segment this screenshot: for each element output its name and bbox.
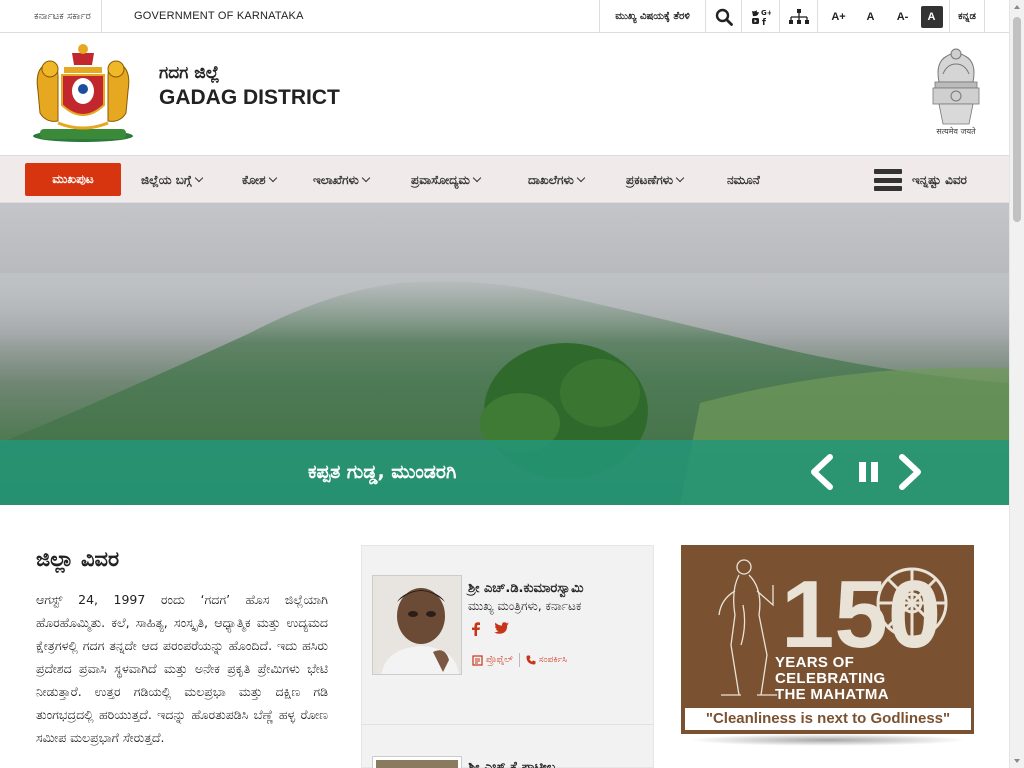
vertical-scrollbar[interactable] [1009,0,1024,768]
nav-label: ದಾಖಲೆಗಳು [528,173,574,187]
more-menu-label: ಇನ್ನಷ್ಟು ವಿವರ [912,172,967,187]
font-increase-button[interactable]: A+ [825,5,853,29]
banner-shadow [687,734,967,746]
chevron-left-icon [811,454,833,490]
social-icons-icon: G+ f [751,9,771,27]
minister-actions: ಪ್ರೊಫೈಲ್ ಸಂಪರ್ಕಿಸಿ [472,653,567,667]
panel-divider [362,724,653,725]
utility-bar: ಕರ್ನಾಟಕ ಸರ್ಕಾರ GOVERNMENT OF KARNATAKA ಮ… [0,0,1009,33]
slider-next-button[interactable] [894,448,928,496]
nav-label: ನಮೂನೆ [727,173,760,187]
utility-tools: ಮುಖ್ಯ ವಿಷಯಕ್ಕೆ ತೆರಳಿ G+ f A+ A A- A ಕನ್ನ… [599,0,985,33]
banner-quote: "Cleanliness is next to Godliness" [685,708,971,730]
about-district-heading: ಜಿಲ್ಲಾ ವಿವರ [36,547,120,571]
minister-role: ಮುಖ್ಯ ಮಂತ್ರಿಗಳು, ಕರ್ನಾಟಕ [468,599,582,613]
minister-name: ಶ್ರೀ ಎಚ್.ಕೆ.ಪಾಟೀಲ [468,760,556,768]
font-normal-button[interactable]: A [857,5,885,29]
search-button[interactable] [705,0,741,33]
chevron-down-icon [675,173,685,183]
minister-photo [372,756,462,768]
chevron-right-icon [899,454,921,490]
gov-karnataka-kannada-link[interactable]: ಕರ್ನಾಟಕ ಸರ್ಕಾರ [24,0,102,33]
gov-karnataka-english-link[interactable]: GOVERNMENT OF KARNATAKA [124,0,314,33]
nav-label: ಪ್ರವಾಸೋದ್ಯಮ [411,173,470,187]
sitemap-button[interactable] [779,0,817,33]
nav-item-departments[interactable]: ಇಲಾಖೆಗಳು [313,156,371,204]
slide-caption: ಕಪ್ಪತ ಗುಡ್ಡ, ಮುಂಡರಗಿ [308,461,457,483]
national-emblem-icon [932,48,980,125]
font-decrease-button[interactable]: A- [889,5,917,29]
hamburger-icon [874,169,902,191]
nav-label: ಇಲಾಖೆಗಳು [313,173,359,187]
nav-item-forms[interactable]: ನಮೂನೆ [727,156,760,204]
banner-line: YEARS OF [775,654,855,671]
contact-link[interactable]: ಸಂಪರ್ಕಿಸಿ [539,655,567,665]
home-button[interactable]: ಮುಖಪುಟ [25,163,121,196]
nav-label: ಪ್ರಕಟಣೆಗಳು [626,173,674,187]
profile-icon [472,654,483,666]
banner-years-text: YEARS OF CELEBRATING THE MAHATMA [775,655,965,703]
minister-name: ಶ್ರೀ ಎಚ್.ಡಿ.ಕುಮಾರಸ್ವಾಮಿ [468,581,584,596]
svg-text:f: f [762,18,766,27]
scrollbar-thumb[interactable] [1013,17,1021,222]
site-title-kannada: ಗದಗ ಜಿಲ್ಲೆ [159,63,220,83]
chevron-down-icon [472,173,482,183]
minister-photo [372,575,462,675]
banner-number: 150 [781,561,941,668]
font-size-controls: A+ A A- A [817,0,949,33]
chevron-down-icon [268,173,277,183]
main-navigation: ಮುಖಪುಟ ಜಿಲ್ಲೆಯ ಬಗ್ಗೆ ಕೋಶ ಇಲಾಖೆಗಳು ಪ್ರವಾಸ… [0,155,1009,203]
chevron-down-icon [361,173,371,183]
facebook-icon[interactable] [470,622,482,636]
twitter-icon[interactable] [494,622,509,635]
nav-label: ಕೋಶ [242,173,266,187]
minister-social-links [470,622,509,636]
site-header: ಗದಗ ಜಿಲ್ಲೆ GADAG DISTRICT सत्यमेव जयते [0,33,1009,155]
profile-link[interactable]: ಪ್ರೊಫೈಲ್ [486,655,513,665]
ministers-panel: ಶ್ರೀ ಎಚ್.ಡಿ.ಕುಮಾರಸ್ವಾಮಿ ಮುಖ್ಯ ಮಂತ್ರಿಗಳು,… [361,545,654,768]
nav-label: ಜಿಲ್ಲೆಯ ಬಗ್ಗೆ [141,173,192,187]
gandhi-150-banner[interactable]: 150 [681,545,974,734]
satyameva-jayate-text: सत्यमेव जयते [936,127,976,136]
social-media-button[interactable]: G+ f [741,0,779,33]
nav-item-tourism[interactable]: ಪ್ರವಾಸೋದ್ಯಮ [411,156,482,204]
high-contrast-button[interactable]: A [920,5,943,28]
pause-icon [859,462,878,482]
nav-item-directory[interactable]: ಕೋಶ [242,156,277,204]
banner-line: CELEBRATING [775,670,886,687]
slider-previous-button[interactable] [804,448,838,496]
more-menu-button[interactable]: ಇನ್ನಷ್ಟು ವಿವರ [874,156,967,204]
about-district-text: ಆಗಸ್ಟ್ 24, 1997 ರಂದು ‘ಗದಗ’ ಹೊಸ ಜಿಲ್ಲೆಯಾಗ… [36,592,328,745]
skip-to-main-link[interactable]: ಮುಖ್ಯ ವಿಷಯಕ್ಕೆ ತೆರಳಿ [599,0,705,33]
nav-item-about-district[interactable]: ಜಿಲ್ಲೆಯ ಬಗ್ಗೆ [141,156,203,204]
language-switch[interactable]: ಕನ್ನಡ [949,0,985,33]
nav-item-documents[interactable]: ದಾಖಲೆಗಳು [528,156,586,204]
slide-caption-bar: ಕಪ್ಪತ ಗುಡ್ಡ, ಮುಂಡರಗಿ [0,440,1009,505]
banner-line: THE MAHATMA [775,686,889,703]
sitemap-icon [788,8,809,24]
svg-text:G+: G+ [761,9,771,17]
scroll-up-arrow-icon[interactable] [1014,5,1020,9]
scroll-down-arrow-icon[interactable] [1014,759,1020,763]
karnataka-emblem-icon[interactable] [28,41,138,143]
divider [518,653,520,667]
gandhi-illustration: 150 [718,559,948,696]
nav-item-notices[interactable]: ಪ್ರಕಟಣೆಗಳು [626,156,685,204]
search-icon [715,8,733,26]
site-title-english: GADAG DISTRICT [159,86,340,109]
hero-slider: ಕಪ್ಪತ ಗುಡ್ಡ, ಮುಂಡರಗಿ [0,203,1009,505]
phone-icon [526,655,536,665]
chevron-down-icon [576,173,586,183]
slider-pause-button[interactable] [852,448,886,496]
chevron-down-icon [194,173,203,183]
